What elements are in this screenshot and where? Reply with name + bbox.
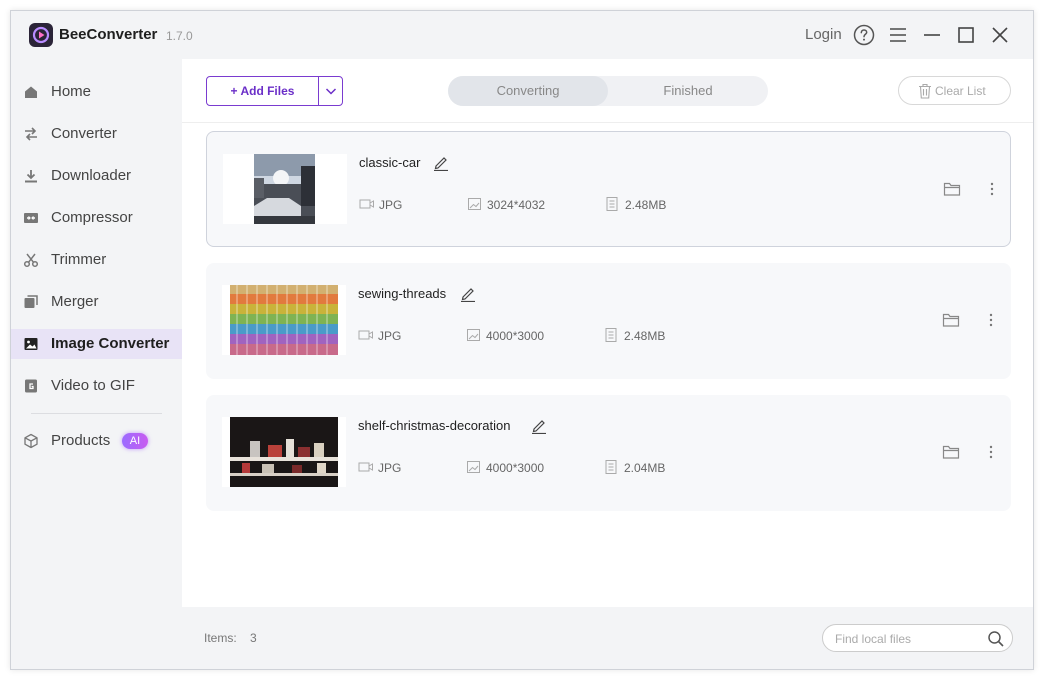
ai-badge: AI	[122, 433, 148, 449]
sidebar-item-label: Trimmer	[51, 251, 107, 268]
add-files-group: + Add Files	[206, 76, 343, 106]
file-name: sewing-threads	[358, 286, 447, 301]
gif-icon	[25, 379, 37, 393]
tab-label: Finished	[663, 83, 713, 98]
more-options-icon[interactable]	[987, 181, 997, 197]
resolution-icon	[468, 198, 481, 210]
app-version: 1.7.0	[166, 29, 193, 43]
footer-bar: Items: 3	[182, 607, 1033, 669]
toolbar: + Add Files Converting Finished Clear Li…	[182, 59, 1033, 123]
login-link[interactable]: Login	[805, 26, 842, 43]
minimize-icon[interactable]	[921, 24, 943, 46]
app-name: BeeConverter	[59, 26, 158, 43]
sidebar-item-label: Image Converter	[51, 335, 170, 352]
folder-icon[interactable]	[942, 312, 960, 328]
sidebar-item-home[interactable]: Home	[11, 77, 182, 107]
maximize-icon[interactable]	[955, 24, 977, 46]
app-window: BeeConverter 1.7.0 Login Home Converter …	[10, 10, 1034, 670]
scissors-icon	[23, 253, 39, 268]
resolution-icon	[467, 461, 480, 473]
folder-icon[interactable]	[942, 444, 960, 460]
file-name: shelf-christmas-decoration	[358, 418, 511, 433]
tab-converting[interactable]: Converting	[448, 76, 608, 106]
file-thumbnail	[222, 285, 346, 355]
file-size-icon	[605, 328, 617, 342]
file-thumbnail	[222, 417, 346, 487]
sidebar-item-converter[interactable]: Converter	[11, 119, 182, 149]
sidebar-item-downloader[interactable]: Downloader	[11, 161, 182, 191]
menu-icon[interactable]	[887, 24, 909, 46]
search-input[interactable]	[835, 630, 980, 648]
status-tabs: Converting Finished	[448, 76, 768, 106]
sidebar-item-video-to-gif[interactable]: Video to GIF	[11, 371, 182, 401]
download-icon	[25, 170, 37, 183]
items-count: 3	[250, 631, 257, 645]
file-size-icon	[605, 460, 617, 474]
sidebar-item-label: Merger	[51, 293, 99, 310]
chevron-down-icon	[325, 88, 337, 95]
video-format-icon	[358, 330, 373, 340]
sidebar: Home Converter Downloader Compressor Tri…	[11, 59, 182, 669]
edit-name-icon[interactable]	[433, 155, 449, 171]
video-format-icon	[359, 199, 374, 209]
file-size-icon	[606, 197, 618, 211]
clear-list-button[interactable]: Clear List	[898, 76, 1011, 105]
add-files-button[interactable]: + Add Files	[207, 77, 318, 105]
home-icon	[25, 86, 37, 98]
sidebar-item-products[interactable]: Products AI	[11, 426, 182, 456]
main-content: + Add Files Converting Finished Clear Li…	[182, 59, 1033, 669]
sidebar-item-label: Downloader	[51, 167, 132, 184]
search-box	[822, 624, 1013, 652]
folder-icon[interactable]	[943, 181, 961, 197]
edit-name-icon[interactable]	[531, 418, 547, 434]
title-bar: BeeConverter 1.7.0 Login	[11, 11, 1033, 59]
file-name: classic-car	[359, 155, 421, 170]
edit-name-icon[interactable]	[460, 286, 476, 302]
add-files-dropdown[interactable]	[319, 77, 343, 105]
sidebar-item-label: Compressor	[51, 209, 133, 226]
tab-finished[interactable]: Finished	[608, 76, 768, 106]
file-card[interactable]: sewing-threads JPG 4000*3000 2.48MB	[206, 263, 1011, 379]
resolution-icon	[467, 329, 480, 341]
sidebar-item-label: Products	[51, 432, 111, 449]
more-options-icon[interactable]	[986, 444, 996, 460]
tab-label: Converting	[496, 83, 560, 98]
sidebar-item-label: Converter	[51, 125, 117, 142]
sidebar-divider	[31, 413, 162, 414]
sidebar-item-merger[interactable]: Merger	[11, 287, 182, 317]
cube-icon	[24, 433, 38, 449]
converter-icon	[25, 127, 37, 141]
trash-icon	[919, 83, 931, 99]
merge-icon	[24, 295, 38, 308]
add-files-label: + Add Files	[230, 84, 295, 98]
items-label: Items:	[204, 631, 237, 645]
help-icon[interactable]	[853, 24, 875, 46]
file-card[interactable]: shelf-christmas-decoration JPG 4000*3000	[206, 395, 1011, 511]
close-icon[interactable]	[989, 24, 1011, 46]
clear-list-label: Clear List	[935, 84, 986, 98]
sidebar-item-label: Home	[51, 83, 92, 100]
more-options-icon[interactable]	[986, 312, 996, 328]
app-logo	[29, 23, 53, 47]
sidebar-item-image-converter[interactable]: Image Converter	[11, 329, 182, 359]
file-card[interactable]: classic-car JPG 3024*4032 2.48MB	[206, 131, 1011, 247]
compress-icon	[24, 213, 38, 223]
video-format-icon	[358, 462, 373, 472]
image-icon	[24, 338, 38, 350]
sidebar-item-trimmer[interactable]: Trimmer	[11, 245, 182, 275]
search-icon[interactable]	[987, 630, 1005, 648]
sidebar-item-compressor[interactable]: Compressor	[11, 203, 182, 233]
sidebar-item-label: Video to GIF	[51, 377, 135, 394]
file-thumbnail	[223, 154, 347, 224]
